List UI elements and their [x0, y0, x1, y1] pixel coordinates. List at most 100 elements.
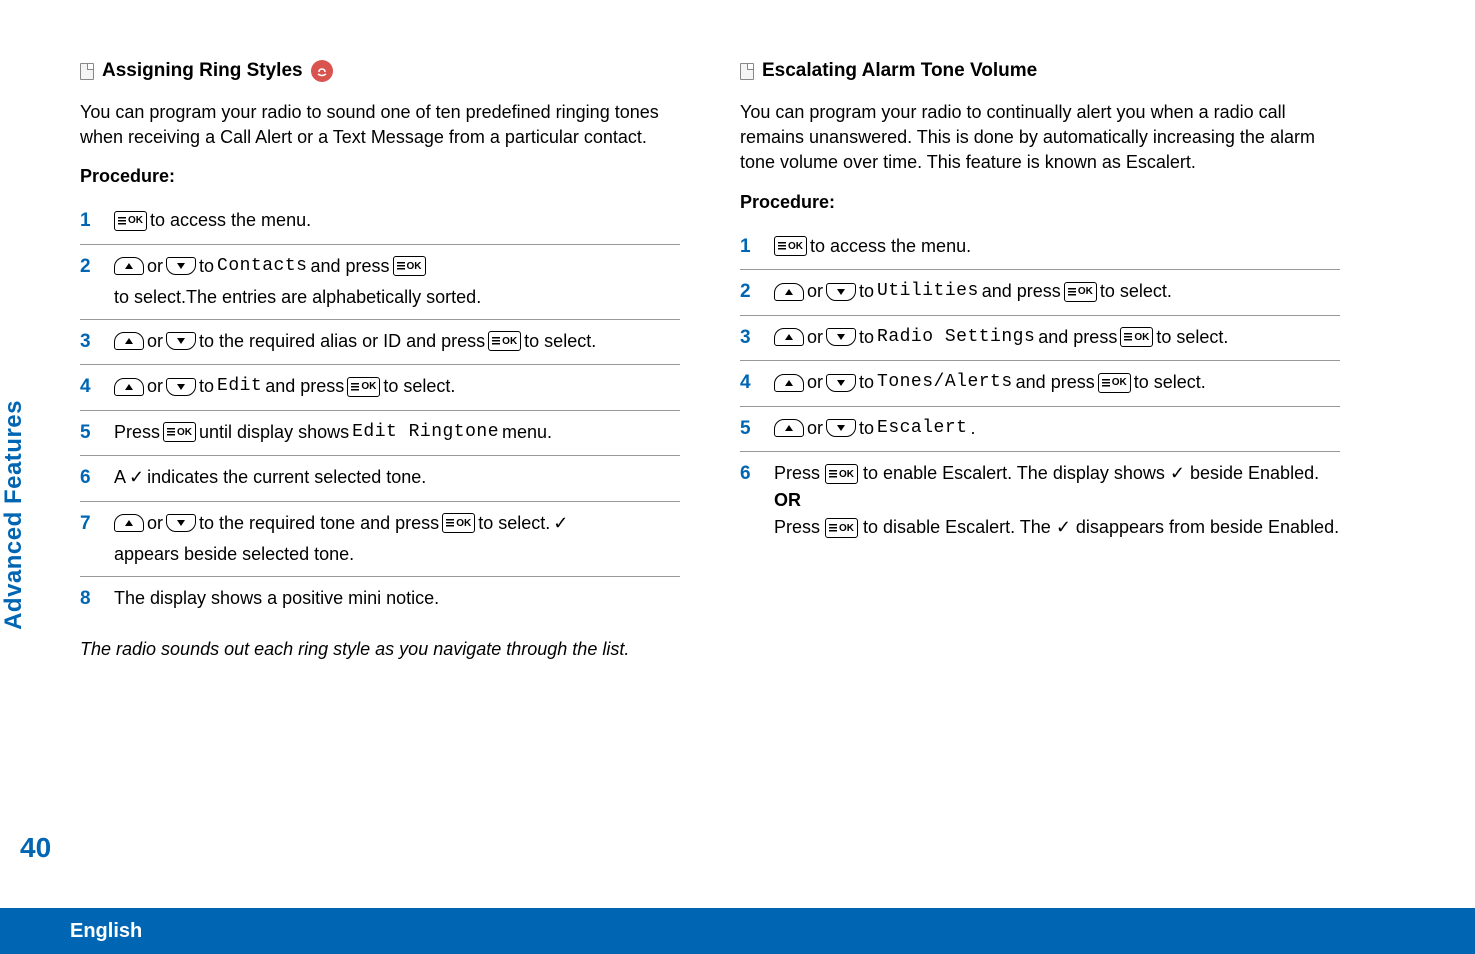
step-text: indicates the current selected tone. [147, 464, 426, 491]
ok-key-icon: OK [163, 422, 196, 442]
step-number: 7 [80, 510, 96, 539]
step-text: disappears from beside Enabled. [1076, 517, 1339, 537]
page-icon [740, 63, 754, 80]
ok-key-icon: OK [825, 518, 858, 538]
check-icon: ✓ [553, 510, 568, 537]
footer-bar: English [0, 908, 1475, 954]
step-number: 4 [80, 373, 96, 402]
right-step-6: 6 Press OK to enable Escalert. The displ… [740, 452, 1340, 549]
step-text: to select. [1134, 369, 1206, 396]
down-key-icon [166, 378, 196, 396]
step-number: 1 [80, 207, 96, 236]
step-text: to select. [524, 328, 596, 355]
or-label: OR [774, 490, 801, 510]
ok-key-icon: OK [774, 236, 807, 256]
step-number: 6 [740, 460, 756, 489]
heading-text: Escalating Alarm Tone Volume [762, 60, 1037, 82]
up-key-icon [774, 374, 804, 392]
left-step-1: 1 OK to access the menu. [80, 199, 680, 245]
ok-key-icon: OK [393, 256, 426, 276]
step-number: 5 [740, 415, 756, 444]
right-step-2: 2 or to Utilities and press OK to select… [740, 270, 1340, 316]
menu-name: Tones/Alerts [877, 369, 1013, 396]
down-key-icon [826, 328, 856, 346]
up-key-icon [114, 332, 144, 350]
step-text: to select. [383, 373, 455, 400]
ok-key-icon: OK [114, 211, 147, 231]
right-column: Escalating Alarm Tone Volume You can pro… [740, 60, 1340, 663]
left-heading: Assigning Ring Styles [80, 60, 680, 82]
check-icon: ✓ [1170, 463, 1185, 483]
menu-name: Contacts [217, 253, 307, 280]
menu-name: Escalert [877, 415, 967, 442]
ok-key-icon: OK [442, 513, 475, 533]
right-procedure-label: Procedure: [740, 192, 1340, 213]
step-text: to select.The entries are alphabetically… [114, 284, 481, 311]
right-step-5: 5 or to Escalert. [740, 407, 1340, 453]
step-text: The display shows a positive mini notice… [114, 585, 439, 612]
right-intro: You can program your radio to continuall… [740, 100, 1340, 176]
up-key-icon [114, 257, 144, 275]
down-key-icon [166, 257, 196, 275]
up-key-icon [774, 328, 804, 346]
check-icon: ✓ [129, 464, 144, 491]
up-key-icon [114, 378, 144, 396]
step-number: 8 [80, 585, 96, 614]
page-content: Assigning Ring Styles You can program yo… [0, 0, 1475, 703]
step-text: menu. [502, 419, 552, 446]
page-number: 40 [20, 832, 51, 864]
step-number: 3 [80, 328, 96, 357]
step-number: 4 [740, 369, 756, 398]
step-text: to select. [1100, 278, 1172, 305]
page-icon [80, 63, 94, 80]
down-key-icon [166, 332, 196, 350]
sidebar-tab: Advanced Features [0, 400, 28, 630]
menu-name: Utilities [877, 278, 979, 305]
left-intro: You can program your radio to sound one … [80, 100, 680, 150]
left-column: Assigning Ring Styles You can program yo… [80, 60, 680, 663]
step-text: to select. [1156, 324, 1228, 351]
menu-name: Radio Settings [877, 324, 1035, 351]
ok-key-icon: OK [1064, 282, 1097, 302]
down-key-icon [826, 374, 856, 392]
left-step-3: 3 or to the required alias or ID and pre… [80, 320, 680, 366]
ok-key-icon: OK [1120, 327, 1153, 347]
down-key-icon [166, 514, 196, 532]
step-text: appears beside selected tone. [114, 541, 354, 568]
ok-key-icon: OK [825, 464, 858, 484]
left-step-4: 4 or to Edit and press OK to select. [80, 365, 680, 411]
down-key-icon [826, 419, 856, 437]
step-number: 1 [740, 233, 756, 262]
left-step-7: 7 or to the required tone and press OK t… [80, 502, 680, 577]
left-step-6: 6 A ✓ indicates the current selected ton… [80, 456, 680, 502]
up-key-icon [114, 514, 144, 532]
step-number: 2 [80, 253, 96, 282]
left-footnote: The radio sounds out each ring style as … [80, 637, 680, 662]
left-step-2: 2 or to Contacts and press OK to select.… [80, 245, 680, 320]
right-heading: Escalating Alarm Tone Volume [740, 60, 1340, 82]
step-text: to access the menu. [810, 233, 971, 260]
up-key-icon [774, 419, 804, 437]
ok-key-icon: OK [488, 331, 521, 351]
step-text: to access the menu. [150, 207, 311, 234]
up-key-icon [774, 283, 804, 301]
heading-text: Assigning Ring Styles [102, 60, 303, 82]
step-number: 2 [740, 278, 756, 307]
step-number: 3 [740, 324, 756, 353]
menu-name: Edit [217, 373, 262, 400]
browser-icon [311, 60, 333, 82]
left-step-8: 8 The display shows a positive mini noti… [80, 577, 680, 622]
right-step-3: 3 or to Radio Settings and press OK to s… [740, 316, 1340, 362]
step-number: 5 [80, 419, 96, 448]
down-key-icon [826, 283, 856, 301]
step-number: 6 [80, 464, 96, 493]
ok-key-icon: OK [1098, 373, 1131, 393]
left-step-5: 5 Press OK until display shows Edit Ring… [80, 411, 680, 457]
footer-language: English [70, 920, 142, 943]
right-step-1: 1 OK to access the menu. [740, 225, 1340, 271]
right-step-4: 4 or to Tones/Alerts and press OK to sel… [740, 361, 1340, 407]
left-procedure-label: Procedure: [80, 166, 680, 187]
ok-key-icon: OK [347, 377, 380, 397]
check-icon: ✓ [1056, 517, 1071, 537]
menu-name: Edit Ringtone [352, 419, 499, 446]
